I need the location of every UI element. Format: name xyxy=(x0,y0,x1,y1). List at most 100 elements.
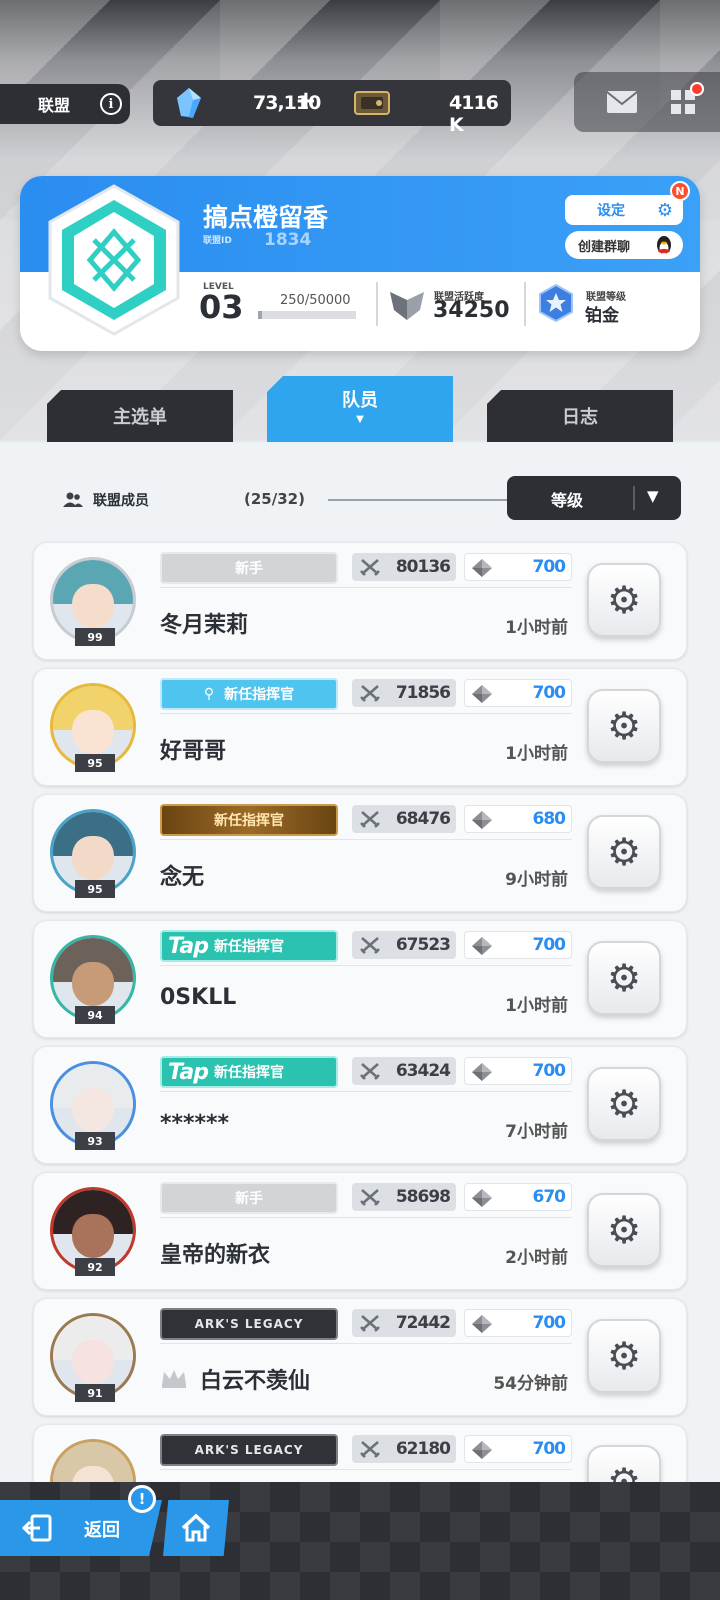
resource-bar: 73,110 + 4116 K xyxy=(153,80,511,136)
divider xyxy=(160,1469,572,1470)
member-title-tag: Tap 新任指挥官 xyxy=(160,1056,338,1088)
member-power: 67523 xyxy=(352,931,456,959)
member-settings-button[interactable]: ⚙ xyxy=(587,1067,661,1141)
home-button[interactable] xyxy=(163,1500,229,1556)
divider xyxy=(633,486,635,510)
diamond-icon xyxy=(472,937,492,955)
member-row[interactable]: 94 Tap 新任指挥官 67523 700 0SKLL 1小时前 ⚙ xyxy=(33,920,687,1038)
member-power: 80136 xyxy=(352,553,456,581)
member-title-tag: 新任指挥官 xyxy=(160,804,338,836)
member-settings-button[interactable]: ⚙ xyxy=(587,1445,661,1482)
people-icon xyxy=(63,492,83,507)
create-group-chat-button[interactable]: 创建群聊 xyxy=(565,231,683,259)
member-contribution-value: 700 xyxy=(532,1313,566,1333)
divider xyxy=(160,839,572,840)
member-row[interactable]: 99 新手 80136 700 冬月茉莉 1小时前 ⚙ xyxy=(33,542,687,660)
exp-text: 250/50000 xyxy=(280,293,351,308)
member-title-tag: ARK'S LEGACY xyxy=(160,1308,338,1340)
divider xyxy=(160,1091,572,1092)
activity-shield-icon xyxy=(390,292,424,320)
tab-main-menu[interactable]: 主选单 xyxy=(47,390,233,442)
info-icon[interactable]: i xyxy=(100,93,123,115)
member-row[interactable]: ARK'S LEGACY 62180 700 ⚙ xyxy=(33,1424,687,1482)
alert-badge: ! xyxy=(128,1485,156,1513)
member-row[interactable]: 93 Tap 新任指挥官 63424 700 ****** 7小时前 ⚙ xyxy=(33,1046,687,1164)
member-avatar[interactable] xyxy=(50,1439,136,1482)
crossed-swords-icon xyxy=(360,1315,380,1332)
ticket-amount: 4116 K xyxy=(449,92,499,136)
mail-icon[interactable] xyxy=(606,90,638,114)
divider xyxy=(328,499,508,501)
divider xyxy=(376,282,378,326)
add-crystal-button[interactable]: + xyxy=(295,86,317,116)
member-title-tag: 新手 xyxy=(160,1182,338,1214)
members-header: 联盟成员 xyxy=(63,490,149,510)
create-group-chat-label: 创建群聊 xyxy=(578,239,631,255)
crossed-swords-icon xyxy=(360,937,380,954)
member-title-tag: Tap 新任指挥官 xyxy=(160,930,338,962)
alliance-info-card: 搞点橙留香 联盟ID 1834 设定 ⚙ N 创建群聊 LEVEL 03 250… xyxy=(20,176,700,351)
member-power: 71856 xyxy=(352,679,456,707)
member-name: 念无 xyxy=(160,865,205,890)
member-title-tag: ARK'S LEGACY xyxy=(160,1434,338,1466)
notification-dot xyxy=(690,82,704,96)
member-power: 63424 xyxy=(352,1057,456,1085)
sort-selected-value: 等级 xyxy=(551,491,584,510)
crystal-icon xyxy=(177,88,201,118)
member-title-text: 新任指挥官 xyxy=(214,939,284,955)
member-level-badge: 91 xyxy=(75,1384,115,1402)
member-level-badge: 95 xyxy=(75,880,115,898)
member-settings-button[interactable]: ⚙ xyxy=(587,815,661,889)
member-row[interactable]: 95 ⚲ 新任指挥官 71856 700 好哥哥 1小时前 ⚙ xyxy=(33,668,687,786)
rank-value: 铂金 xyxy=(585,306,619,326)
qq-penguin-icon xyxy=(657,236,671,254)
dropdown-arrow-icon: ▼ xyxy=(647,487,659,505)
settings-button[interactable]: 设定 ⚙ xyxy=(565,195,683,225)
member-row[interactable]: 95 新任指挥官 68476 680 念无 9小时前 ⚙ xyxy=(33,794,687,912)
exp-progress-bar xyxy=(258,311,356,319)
avatar-face xyxy=(72,836,114,880)
member-power-value: 72442 xyxy=(395,1313,451,1333)
member-title-tag: ⚲ 新任指挥官 xyxy=(160,678,338,710)
diamond-icon xyxy=(472,1189,492,1207)
sort-dropdown[interactable]: 等级 ▼ xyxy=(507,476,681,520)
member-last-online: 1小时前 xyxy=(505,618,568,638)
crossed-swords-icon xyxy=(360,1063,380,1080)
member-contribution-value: 700 xyxy=(532,683,566,703)
diamond-icon xyxy=(472,1063,492,1081)
member-row[interactable]: 92 新手 58698 670 皇帝的新衣 2小时前 ⚙ xyxy=(33,1172,687,1290)
member-power-value: 58698 xyxy=(395,1187,451,1207)
diamond-icon xyxy=(472,559,492,577)
member-settings-button[interactable]: ⚙ xyxy=(587,689,661,763)
member-list-panel: 联盟成员 (25/32) 等级 ▼ 99 新手 80136 700 冬月茉莉 1… xyxy=(0,442,720,1482)
member-power: 68476 xyxy=(352,805,456,833)
activity-value: 34250 xyxy=(433,298,510,323)
member-settings-button[interactable]: ⚙ xyxy=(587,1193,661,1267)
member-title-text: ARK'S LEGACY xyxy=(194,1443,304,1457)
diamond-icon xyxy=(472,1441,492,1459)
top-menu xyxy=(574,72,720,132)
member-contribution: 700 xyxy=(464,553,572,581)
gear-icon: ⚙ xyxy=(606,578,642,622)
member-contribution: 700 xyxy=(464,1309,572,1337)
member-settings-button[interactable]: ⚙ xyxy=(587,563,661,637)
member-power: 72442 xyxy=(352,1309,456,1337)
member-contribution: 670 xyxy=(464,1183,572,1211)
tab-log[interactable]: 日志 xyxy=(487,390,673,442)
back-button-label: 返回 xyxy=(84,1520,120,1541)
gear-icon: ⚙ xyxy=(606,1082,642,1126)
member-name: ****** xyxy=(160,1111,230,1136)
member-power-value: 68476 xyxy=(395,809,451,829)
gear-icon: ⚙ xyxy=(606,704,642,748)
member-row[interactable]: 91 ARK'S LEGACY 72442 700 白云不羡仙 54分钟前 ⚙ xyxy=(33,1298,687,1416)
member-contribution: 680 xyxy=(464,805,572,833)
divider xyxy=(160,713,572,714)
alliance-header-label: 联盟 xyxy=(38,96,71,115)
tap-logo-icon: Tap xyxy=(168,933,209,959)
rank-star-icon xyxy=(539,284,573,322)
tab-members[interactable]: 队员 ▼ xyxy=(267,376,453,442)
member-settings-button[interactable]: ⚙ xyxy=(587,1319,661,1393)
member-settings-button[interactable]: ⚙ xyxy=(587,941,661,1015)
member-last-online: 7小时前 xyxy=(505,1122,568,1142)
alliance-header-tag: 联盟 i xyxy=(0,84,130,124)
